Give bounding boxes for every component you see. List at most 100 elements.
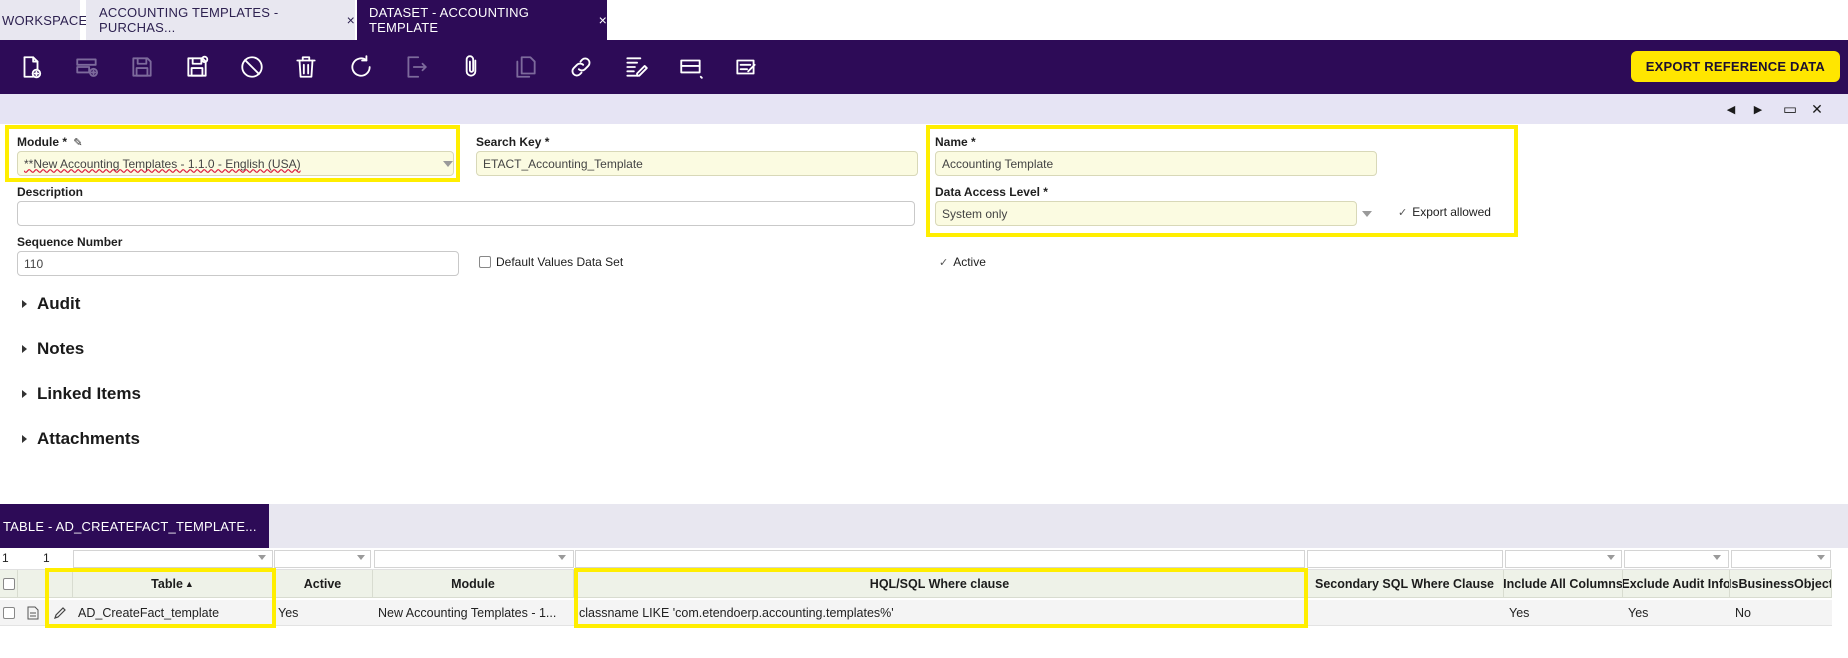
cell-active: Yes <box>278 606 299 620</box>
filter-dropdown-icon[interactable] <box>258 555 266 560</box>
expand-triangle-icon <box>22 435 27 443</box>
header-module[interactable]: Module <box>373 570 574 598</box>
edit-pencil-icon[interactable]: ✎ <box>73 137 82 149</box>
audit-trail-button[interactable] <box>620 51 652 83</box>
filter-isbusinessobject[interactable] <box>1731 550 1831 568</box>
tab-label: ACCOUNTING TEMPLATES - PURCHAS... <box>99 5 279 35</box>
delete-button[interactable] <box>290 51 322 83</box>
search-key-field[interactable]: ETACT_Accounting_Template <box>476 151 918 176</box>
filter-dropdown-icon[interactable] <box>1607 555 1615 560</box>
filter-hql-where[interactable] <box>575 550 1305 568</box>
refresh-button[interactable] <box>345 51 377 83</box>
close-form-icon[interactable]: ✕ <box>1808 100 1826 118</box>
attachment-button[interactable] <box>455 51 487 83</box>
filter-dropdown-icon[interactable] <box>558 555 566 560</box>
save-close-icon <box>187 55 209 77</box>
previous-record-icon[interactable]: ◀ <box>1722 100 1740 118</box>
row-checkbox[interactable] <box>3 607 15 619</box>
notes-icon <box>736 59 756 75</box>
cancel-icon <box>241 56 263 78</box>
header-active[interactable]: Active <box>273 570 373 598</box>
export-reference-data-button[interactable]: EXPORT REFERENCE DATA <box>1630 51 1840 82</box>
header-secondary-sql[interactable]: Secondary SQL Where Clause <box>1306 570 1504 598</box>
grid-view-button[interactable] <box>675 51 707 83</box>
header-exclude-audit[interactable]: Exclude Audit Info <box>1623 570 1730 598</box>
active-checkbox[interactable]: ✓ Active <box>939 255 986 269</box>
filter-include-all[interactable] <box>1505 550 1622 568</box>
description-field[interactable] <box>17 201 915 226</box>
expand-triangle-icon <box>22 345 27 353</box>
filter-dropdown-icon[interactable] <box>1713 555 1721 560</box>
sequence-number-field[interactable]: 110 <box>17 251 459 276</box>
tab-workspace[interactable]: WORKSPACE <box>0 0 87 40</box>
row-count: 1 <box>2 551 9 565</box>
table-row[interactable]: AD_CreateFact_template Yes New Accountin… <box>0 600 1832 626</box>
sequence-number-label: Sequence Number <box>17 235 123 249</box>
module-field[interactable]: **New Accounting Templates - 1.1.0 - Eng… <box>17 151 454 176</box>
section-attachments[interactable]: Attachments <box>22 429 140 449</box>
header-isbusinessobject[interactable]: IsBusinessObject <box>1730 570 1832 598</box>
row-edit-icon[interactable] <box>48 600 68 626</box>
section-notes[interactable]: Notes <box>22 339 84 359</box>
filter-dropdown-icon[interactable] <box>357 555 365 560</box>
checkbox-box <box>479 256 491 268</box>
filter-dropdown-icon[interactable] <box>1817 555 1825 560</box>
section-audit[interactable]: Audit <box>22 294 80 314</box>
close-tab-icon[interactable]: × <box>599 12 607 28</box>
new-document-button[interactable] <box>15 51 47 83</box>
refresh-icon <box>351 55 371 77</box>
clone-button[interactable] <box>510 51 542 83</box>
section-label: Notes <box>37 339 85 358</box>
header-label: IsBusinessObject <box>1730 577 1832 591</box>
cell-secondary-sql <box>1306 600 1504 626</box>
header-label: Include All Columns <box>1504 577 1623 591</box>
filter-module[interactable] <box>374 550 574 568</box>
name-value: Accounting Template <box>942 156 1054 171</box>
tab-dataset-accounting-template[interactable]: DATASET - ACCOUNTING TEMPLATE × <box>357 0 607 40</box>
cancel-button[interactable] <box>236 51 268 83</box>
document-icon <box>27 606 39 620</box>
export-icon <box>407 56 427 78</box>
audit-trail-icon <box>626 57 648 77</box>
grid-header: Table ▲ Active Module HQL/SQL Where claus… <box>0 570 1832 598</box>
link-button[interactable] <box>565 51 597 83</box>
tab-label: WORKSPACE <box>2 12 88 28</box>
check-icon: ✓ <box>1398 206 1408 219</box>
name-field[interactable]: Accounting Template <box>935 151 1377 176</box>
header-label: Active <box>303 577 342 591</box>
search-key-label: Search Key * <box>476 135 550 149</box>
filter-secondary-sql[interactable] <box>1307 550 1503 568</box>
module-dropdown-icon[interactable] <box>443 161 453 167</box>
save-close-button[interactable] <box>181 51 213 83</box>
header-label: HQL/SQL Where clause <box>869 577 1010 591</box>
save-button[interactable] <box>126 51 158 83</box>
export-allowed-checkbox[interactable]: ✓ Export allowed <box>1398 205 1491 219</box>
check-icon: ✓ <box>939 256 949 269</box>
header-include-all[interactable]: Include All Columns <box>1504 570 1623 598</box>
filter-table[interactable] <box>73 550 273 568</box>
header-table[interactable]: Table ▲ <box>73 570 273 598</box>
maximize-icon[interactable]: ▭ <box>1781 100 1799 118</box>
row-form-icon[interactable] <box>22 600 40 626</box>
module-value: **New Accounting Templates - 1.1.0 - Eng… <box>24 156 301 171</box>
row-select-cell[interactable] <box>0 600 18 626</box>
active-label: Active <box>953 255 986 269</box>
select-all-checkbox[interactable] <box>2 578 15 590</box>
save-icon <box>132 57 152 77</box>
notes-button[interactable] <box>730 51 762 83</box>
header-hql-where[interactable]: HQL/SQL Where clause <box>574 570 1306 598</box>
header-spacer <box>18 570 73 598</box>
new-row-button[interactable] <box>71 51 103 83</box>
export-button[interactable] <box>400 51 432 83</box>
subtab-table[interactable]: TABLE - AD_CREATEFACT_TEMPLATE... <box>0 504 269 548</box>
select-all-cell[interactable] <box>0 570 18 598</box>
section-linked-items[interactable]: Linked Items <box>22 384 141 404</box>
new-row-icon <box>76 58 98 77</box>
data-access-dropdown-icon[interactable] <box>1362 211 1372 217</box>
tab-accounting-templates[interactable]: ACCOUNTING TEMPLATES - PURCHAS... × <box>86 0 355 40</box>
next-record-icon[interactable]: ▶ <box>1749 100 1767 118</box>
close-tab-icon[interactable]: × <box>347 12 355 28</box>
data-access-level-field[interactable]: System only <box>935 201 1357 226</box>
header-label: Exclude Audit Info <box>1623 577 1730 591</box>
default-values-data-set-checkbox[interactable]: Default Values Data Set <box>479 255 623 269</box>
